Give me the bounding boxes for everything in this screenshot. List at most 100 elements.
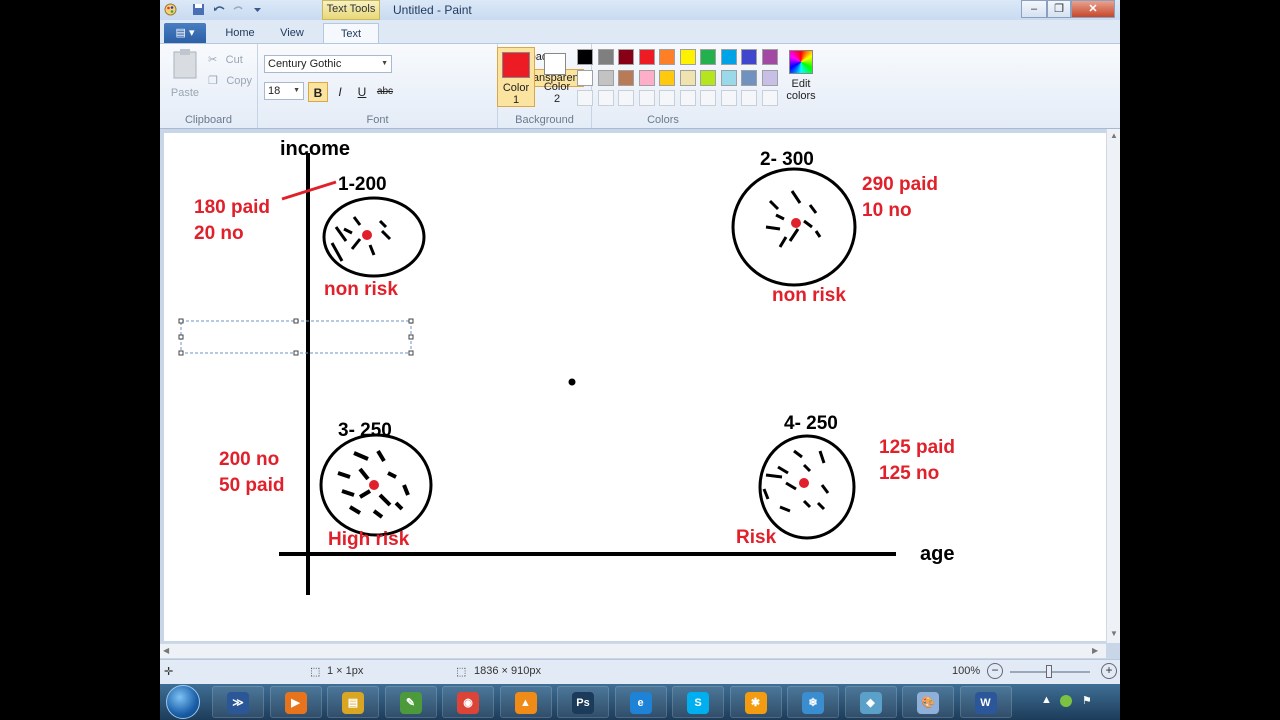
- text-selection-box[interactable]: [178, 318, 414, 356]
- vlc-icon: ▲: [514, 692, 537, 714]
- tray-status-icon[interactable]: [1060, 695, 1072, 707]
- customize-toolbar-icon[interactable]: [251, 3, 264, 16]
- custom-color-slot[interactable]: [720, 90, 737, 106]
- resize-handle[interactable]: [178, 350, 184, 356]
- horizontal-scrollbar[interactable]: ◀ ▶: [160, 643, 1106, 658]
- custom-color-slot[interactable]: [761, 90, 778, 106]
- palette-swatch[interactable]: [761, 49, 778, 65]
- taskbar-snow-app[interactable]: ❄: [787, 686, 839, 718]
- palette-swatch[interactable]: [638, 69, 655, 86]
- custom-color-slot[interactable]: [679, 90, 696, 106]
- paint-icon: 🎨: [917, 692, 939, 714]
- bold-button[interactable]: B: [308, 82, 328, 102]
- font-family-combo[interactable]: Century Gothic ▼: [264, 55, 392, 73]
- tray-expand-icon[interactable]: ▲: [1041, 694, 1052, 706]
- zoom-slider[interactable]: [1010, 665, 1090, 678]
- palette-swatch[interactable]: [638, 49, 655, 65]
- palette-swatch[interactable]: [700, 49, 716, 65]
- taskbar-powershell[interactable]: ≫: [212, 686, 264, 718]
- palette-swatch[interactable]: [741, 49, 757, 65]
- file-menu-button[interactable]: ▤ ▾: [164, 23, 206, 43]
- palette-swatch[interactable]: [597, 69, 614, 86]
- scroll-left-icon[interactable]: ◀: [163, 646, 169, 655]
- palette-swatch[interactable]: [659, 69, 675, 86]
- copy-button[interactable]: ❐ Copy: [208, 71, 252, 89]
- minimize-button[interactable]: –: [1021, 0, 1047, 18]
- taskbar-internet-explorer[interactable]: e: [614, 686, 667, 718]
- close-button[interactable]: ✕: [1071, 0, 1115, 18]
- start-button[interactable]: [166, 685, 200, 719]
- cluster2-title: 2- 300: [760, 149, 814, 170]
- text-tools-contextual-tab: Text Tools: [322, 0, 380, 20]
- resize-handle[interactable]: [178, 334, 184, 340]
- zoom-out-button[interactable]: −: [987, 663, 1003, 679]
- palette-swatch[interactable]: [577, 69, 593, 86]
- custom-color-slot[interactable]: [577, 90, 593, 106]
- internet-explorer-icon: e: [629, 692, 652, 714]
- underline-button[interactable]: U: [352, 82, 372, 102]
- resize-handle[interactable]: [408, 334, 414, 340]
- taskbar-chrome[interactable]: ◉: [442, 686, 494, 718]
- cut-button[interactable]: ✂ Cut: [208, 50, 243, 68]
- palette-swatch[interactable]: [761, 69, 778, 86]
- taskbar-photoshop[interactable]: Ps: [557, 686, 609, 718]
- palette-swatch[interactable]: [618, 49, 634, 65]
- resize-handle[interactable]: [408, 350, 414, 356]
- resize-handle[interactable]: [293, 350, 299, 356]
- undo-icon[interactable]: [213, 3, 226, 16]
- paste-button[interactable]: Paste: [170, 48, 200, 102]
- scroll-up-icon[interactable]: ▲: [1110, 131, 1118, 140]
- custom-color-slot[interactable]: [741, 90, 757, 106]
- tab-view[interactable]: View: [272, 23, 312, 43]
- taskbar-notepad[interactable]: ✎: [384, 686, 437, 718]
- zoom-in-button[interactable]: +: [1101, 663, 1117, 679]
- palette-swatch[interactable]: [679, 69, 696, 86]
- color2-button[interactable]: Color 2: [538, 47, 576, 107]
- edit-colors-button[interactable]: Edit colors: [783, 48, 819, 110]
- taskbar-file-explorer[interactable]: ▤: [327, 686, 379, 718]
- color1-button[interactable]: Color 1: [497, 47, 535, 107]
- palette-swatch[interactable]: [720, 69, 737, 86]
- palette-swatch[interactable]: [720, 49, 737, 65]
- resize-handle[interactable]: [178, 318, 184, 324]
- resize-handle[interactable]: [408, 318, 414, 324]
- taskbar-vlc[interactable]: ▲: [499, 686, 552, 718]
- zoom-slider-thumb[interactable]: [1046, 665, 1052, 678]
- taskbar-word[interactable]: W: [959, 686, 1012, 718]
- custom-color-slot[interactable]: [638, 90, 655, 106]
- taskbar-pen-app[interactable]: ◆: [844, 686, 897, 718]
- palette-swatch[interactable]: [741, 69, 757, 86]
- palette-swatch[interactable]: [679, 49, 696, 65]
- paint-app-icon[interactable]: [164, 3, 177, 16]
- scroll-right-icon[interactable]: ▶: [1092, 646, 1098, 655]
- vertical-scrollbar[interactable]: ▲ ▼: [1106, 129, 1120, 643]
- save-icon[interactable]: [192, 3, 205, 16]
- palette-swatch[interactable]: [597, 49, 614, 65]
- font-size-combo[interactable]: 18 ▼: [264, 82, 304, 100]
- taskbar-media-player[interactable]: ▶: [269, 686, 322, 718]
- restore-button[interactable]: ❐: [1047, 0, 1071, 18]
- taskbar-paint[interactable]: 🎨: [902, 686, 954, 718]
- italic-button[interactable]: I: [330, 82, 350, 102]
- custom-color-slot[interactable]: [700, 90, 716, 106]
- taskbar-skype[interactable]: S: [672, 686, 724, 718]
- palette-swatch[interactable]: [700, 69, 716, 86]
- edit-colors-label: Edit colors: [786, 78, 816, 102]
- taskbar-snowflake-app[interactable]: ✱: [729, 686, 782, 718]
- palette-swatch[interactable]: [577, 49, 593, 65]
- redo-icon[interactable]: [232, 3, 245, 16]
- custom-color-slot[interactable]: [597, 90, 614, 106]
- palette-swatch[interactable]: [659, 49, 675, 65]
- window-title: Untitled - Paint: [393, 3, 472, 17]
- tab-home[interactable]: Home: [218, 23, 262, 43]
- tab-text[interactable]: Text: [323, 23, 379, 43]
- drawing-canvas[interactable]: income age 1-200 180 paid 20 no non risk…: [164, 133, 1107, 641]
- custom-color-slot[interactable]: [659, 90, 675, 106]
- scroll-down-icon[interactable]: ▼: [1110, 629, 1118, 638]
- strikethrough-button[interactable]: abc: [374, 82, 396, 102]
- flag-icon[interactable]: ⚑: [1082, 694, 1092, 707]
- resize-handle[interactable]: [293, 318, 299, 324]
- word-icon: W: [974, 692, 997, 714]
- palette-swatch[interactable]: [618, 69, 634, 86]
- custom-color-slot[interactable]: [618, 90, 634, 106]
